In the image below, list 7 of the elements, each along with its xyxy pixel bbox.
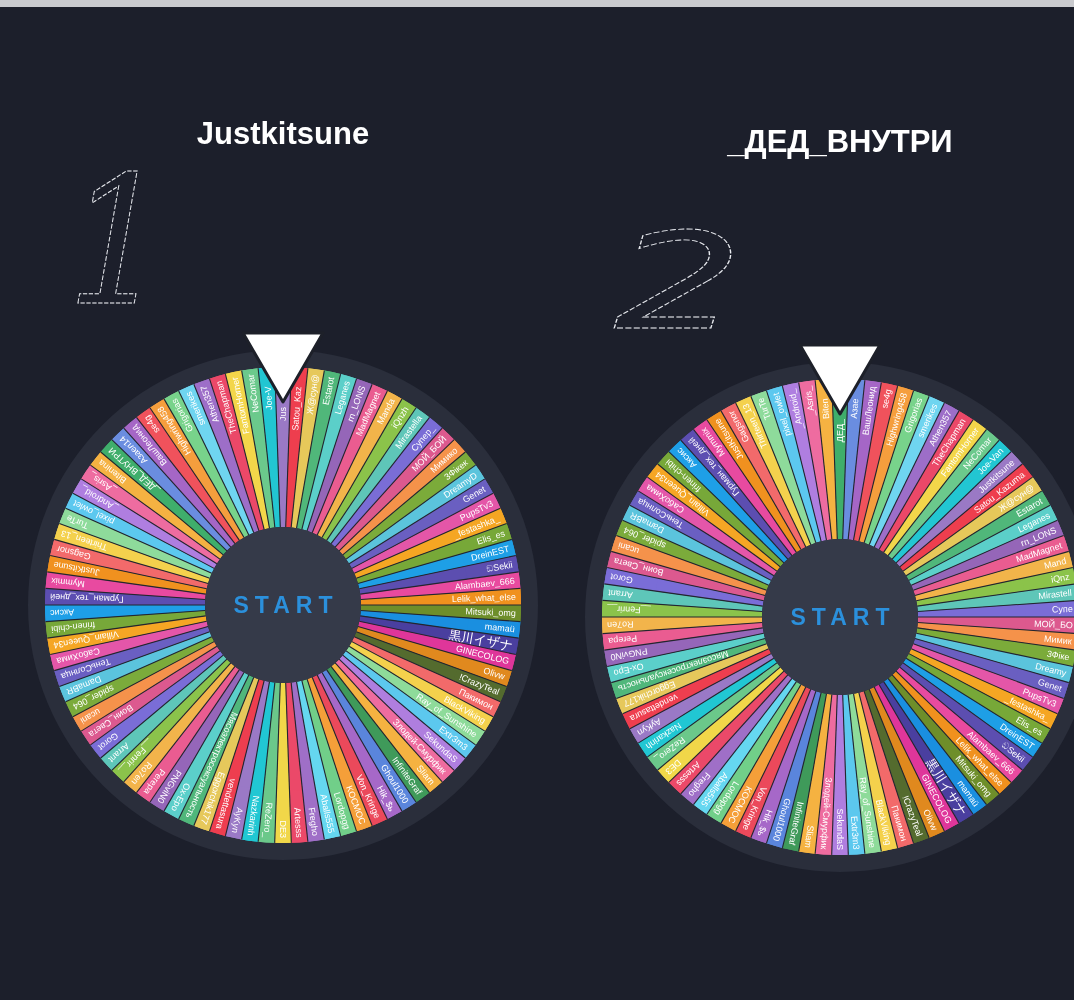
wheel-segment: Аксис [45,605,206,622]
handwritten-number: 1 [66,162,169,312]
handwritten-number: 2 [613,210,744,336]
wheel-title: Justkitsune [196,115,370,153]
wheel-title: _ДЕД_ВНУТРИ [727,123,953,161]
wheel-segment: Ro7en [602,617,763,634]
wheel-segment: Супе [917,600,1074,617]
